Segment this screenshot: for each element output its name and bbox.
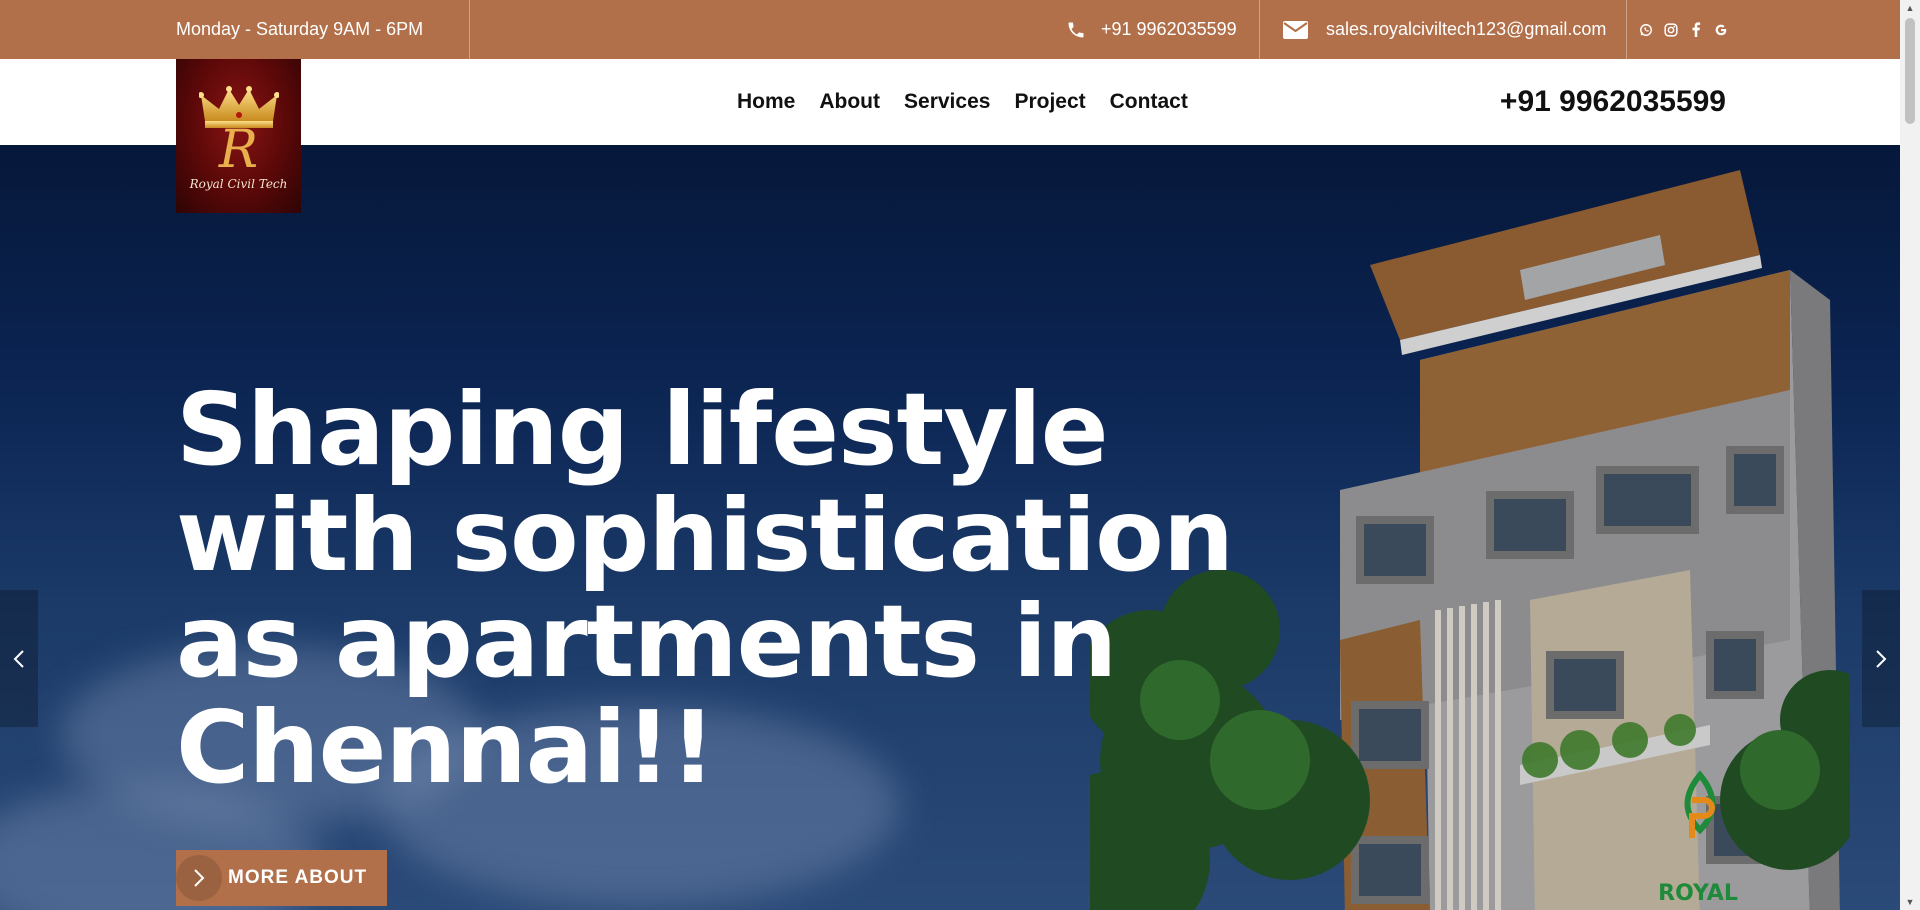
- topbar-email-link[interactable]: sales.royalciviltech123@gmail.com: [1283, 0, 1606, 59]
- topbar-phone-text: +91 9962035599: [1101, 19, 1237, 39]
- envelope-icon: [1283, 20, 1308, 39]
- header-phone-number[interactable]: +91 9962035599: [1500, 59, 1726, 145]
- nav-project[interactable]: Project: [1002, 90, 1097, 114]
- more-about-button[interactable]: MORE ABOUT: [176, 850, 387, 906]
- nav-services[interactable]: Services: [892, 90, 1002, 114]
- divider: [1626, 0, 1627, 59]
- topbar-phone-link[interactable]: +91 9962035599: [1066, 0, 1237, 59]
- nav-contact[interactable]: Contact: [1098, 90, 1200, 114]
- topbar-email-text: sales.royalciviltech123@gmail.com: [1326, 19, 1607, 39]
- more-about-label: MORE ABOUT: [228, 867, 368, 888]
- logo-monogram: R: [218, 120, 259, 180]
- logo-wordmark: Royal Civil Tech: [189, 177, 288, 191]
- facebook-icon[interactable]: [1688, 22, 1704, 38]
- phone-icon: [1068, 22, 1084, 37]
- google-icon[interactable]: [1713, 22, 1729, 38]
- site-logo[interactable]: R Royal Civil Tech: [176, 59, 301, 213]
- chevron-left-icon: [13, 649, 24, 668]
- nav-home[interactable]: Home: [725, 90, 807, 114]
- social-links: [1638, 0, 1729, 59]
- scroll-up-arrow-icon[interactable]: ▲: [1900, 0, 1920, 16]
- divider: [1259, 0, 1260, 59]
- business-hours: Monday - Saturday 9AM - 6PM: [176, 19, 424, 39]
- hero-slider: ROYAL Shaping lifestyle with sophisticat…: [0, 145, 1900, 910]
- divider: [469, 0, 470, 59]
- nav-about[interactable]: About: [807, 90, 892, 114]
- page-scrollbar[interactable]: ▲ ▼: [1900, 0, 1920, 910]
- chevron-right-icon: [1876, 649, 1887, 668]
- slider-next-button[interactable]: [1862, 590, 1900, 727]
- scroll-down-arrow-icon[interactable]: ▼: [1900, 894, 1920, 910]
- hero-title: Shaping lifestyle with sophistication as…: [176, 371, 1234, 806]
- top-bar: Monday - Saturday 9AM - 6PM +91 99620355…: [0, 0, 1900, 59]
- slider-prev-button[interactable]: [0, 590, 38, 727]
- instagram-icon[interactable]: [1663, 22, 1679, 38]
- watermark-text: ROYAL: [1658, 881, 1738, 906]
- primary-nav: Home About Services Project Contact: [725, 59, 1200, 145]
- chevron-right-icon: [176, 855, 222, 901]
- scrollbar-thumb[interactable]: [1905, 18, 1915, 124]
- whatsapp-icon[interactable]: [1638, 22, 1654, 38]
